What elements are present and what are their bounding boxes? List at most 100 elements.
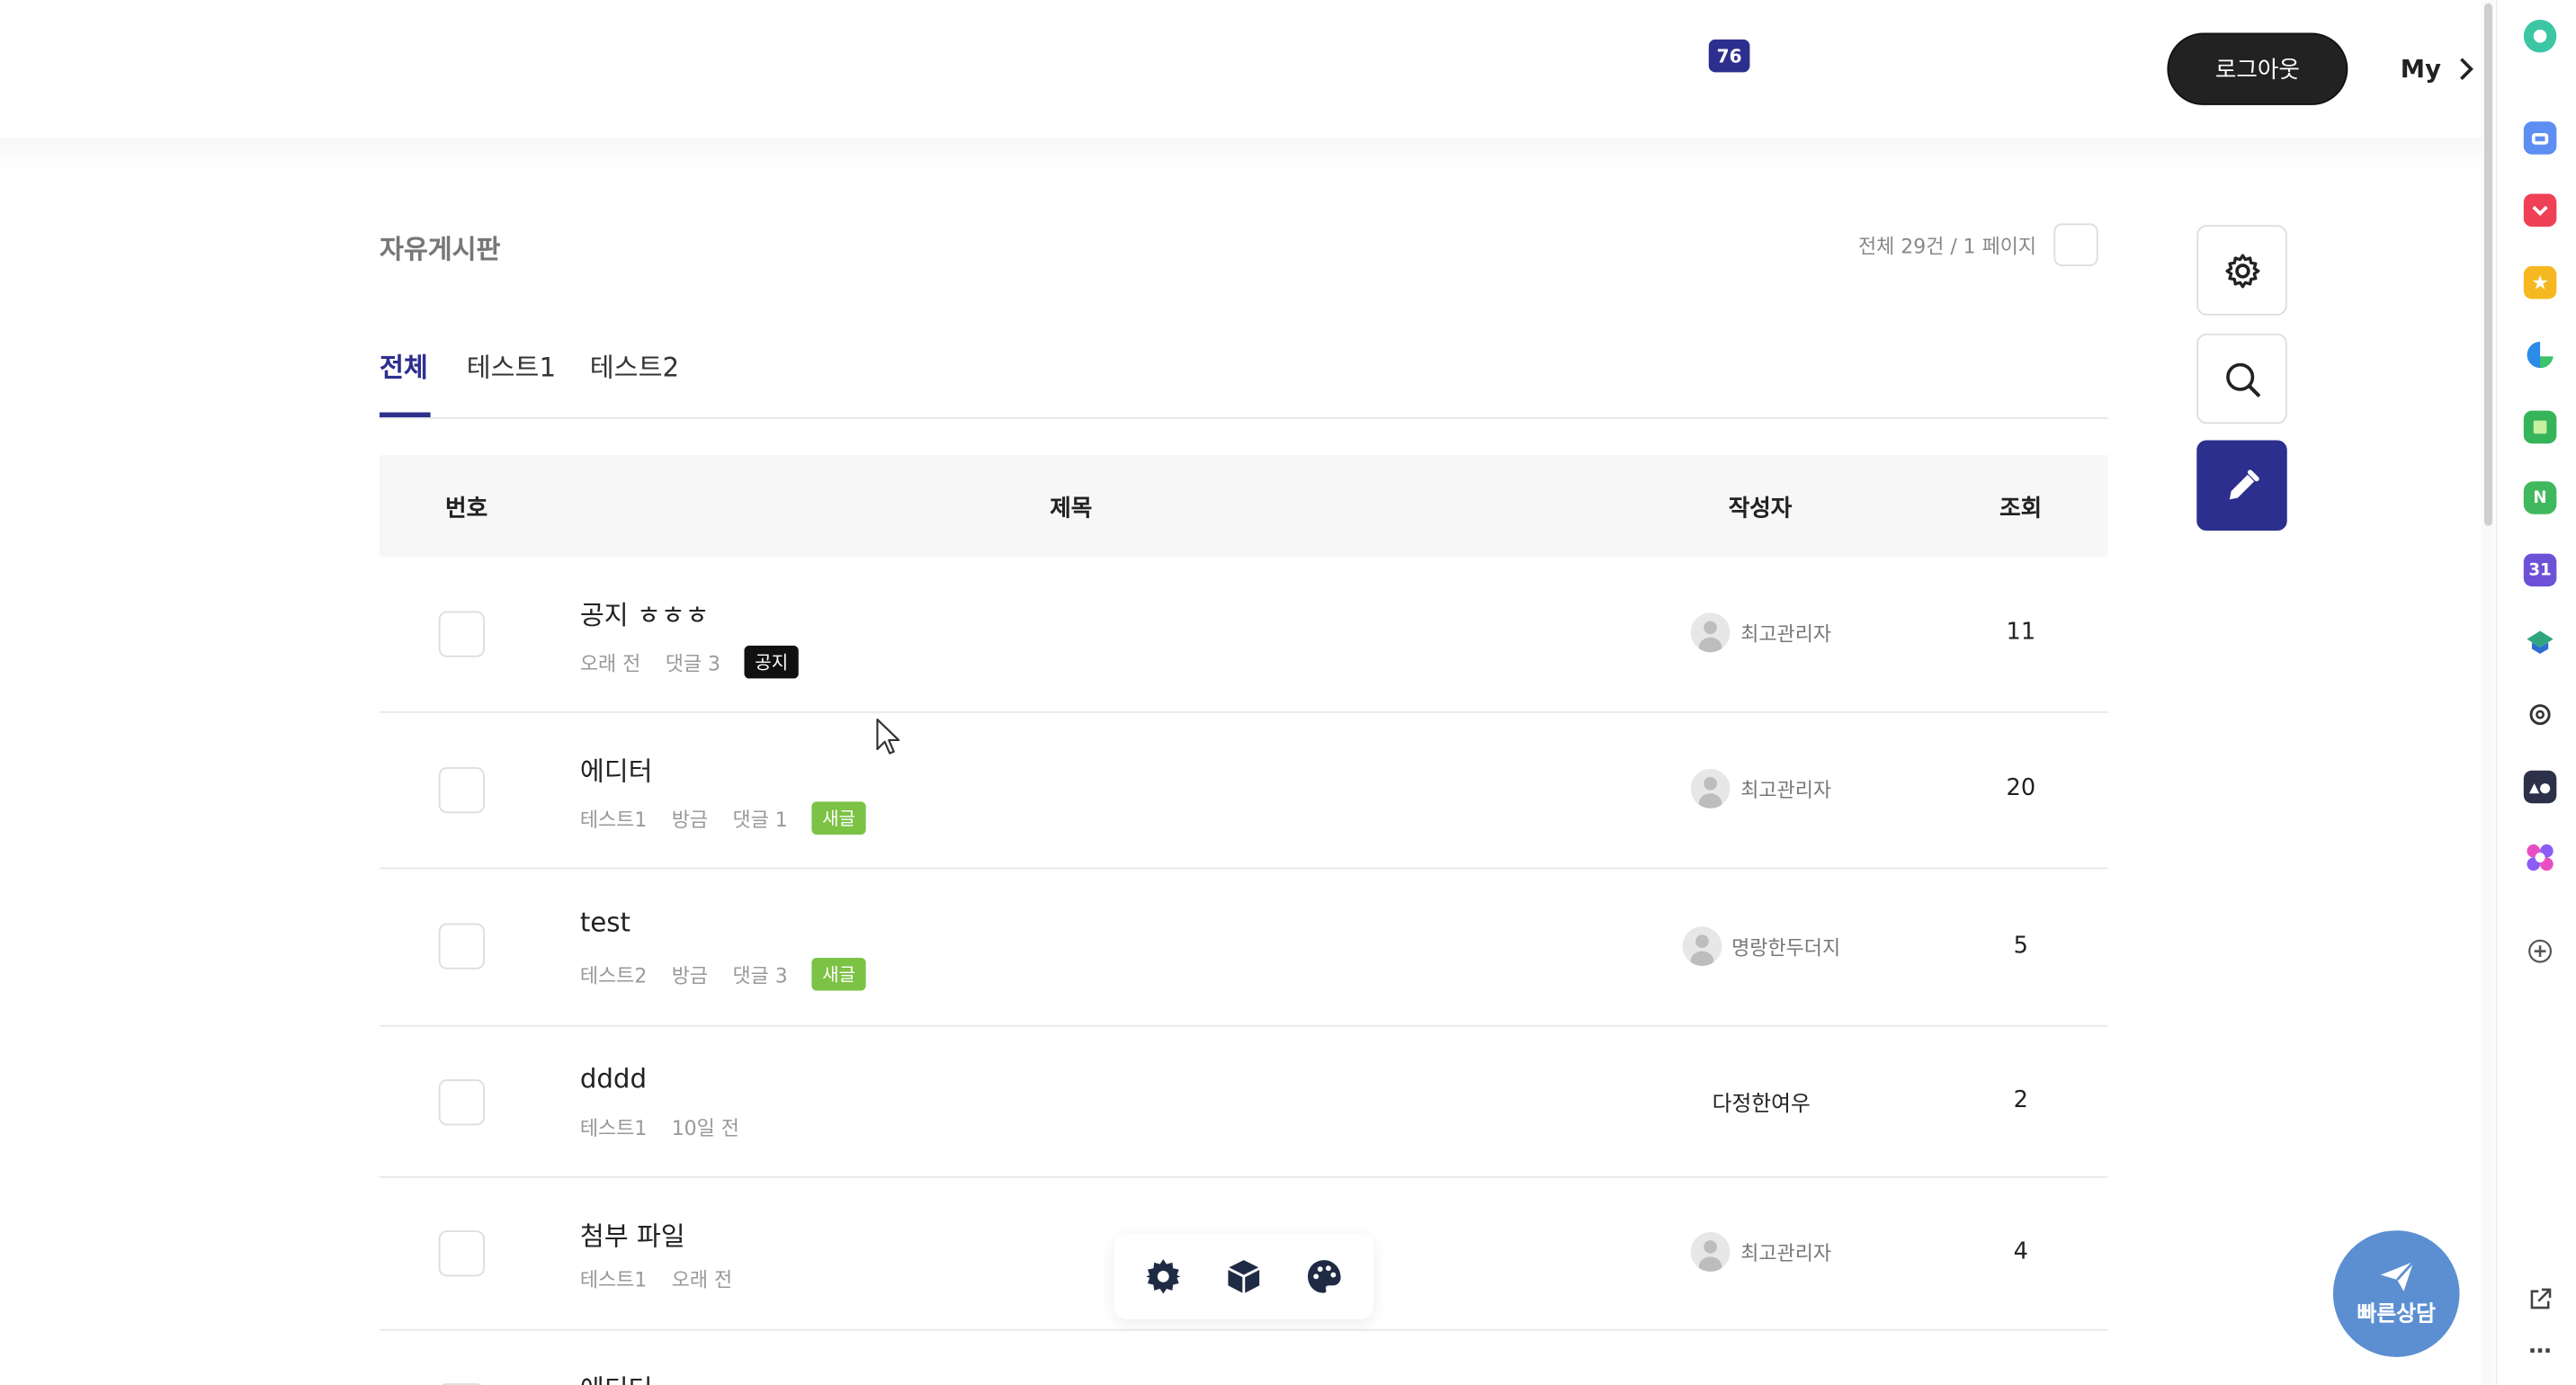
pocket-icon[interactable] bbox=[2523, 193, 2557, 228]
search-button[interactable] bbox=[2196, 333, 2287, 424]
post-time: 10일 전 bbox=[671, 1117, 739, 1140]
pencil-icon bbox=[2228, 469, 2258, 499]
palette-icon[interactable] bbox=[1304, 1256, 1344, 1296]
post-time: 오래 전 bbox=[579, 651, 641, 675]
header-shadow bbox=[0, 138, 2494, 171]
board-count: 전체 29건 / 1 페이지 bbox=[1857, 235, 2037, 258]
post-author: 최고관리자 bbox=[1597, 768, 1926, 809]
notice-tag: 공지 bbox=[745, 645, 799, 679]
my-page-link[interactable]: My bbox=[2401, 49, 2474, 89]
gear-icon[interactable] bbox=[1144, 1256, 1184, 1296]
naver-memo-icon[interactable] bbox=[2523, 410, 2557, 444]
post-meta: 테스트2 방금 댓글 3 새글 bbox=[579, 957, 866, 991]
author-name: 최고관리자 bbox=[1740, 1241, 1832, 1264]
avatar bbox=[1682, 926, 1722, 967]
naver-n-icon[interactable]: N bbox=[2523, 481, 2557, 514]
header-title: 제목 bbox=[1050, 496, 1093, 523]
tab-all[interactable]: 전체 bbox=[379, 345, 431, 417]
post-title[interactable]: 에디터 bbox=[580, 1367, 653, 1385]
author-name: 다정한여우 bbox=[1712, 1092, 1811, 1118]
green-circle-icon[interactable] bbox=[2523, 19, 2557, 53]
post-title[interactable]: dddd bbox=[580, 1063, 647, 1095]
post-views: 20 bbox=[2006, 775, 2036, 802]
external-link-icon[interactable] bbox=[2523, 1282, 2557, 1317]
openai-icon[interactable] bbox=[2523, 698, 2557, 731]
star-icon[interactable]: ★ bbox=[2523, 265, 2557, 299]
graduation-cap-icon[interactable] bbox=[2523, 625, 2557, 659]
floating-toolbar bbox=[1114, 1233, 1374, 1319]
search-icon bbox=[2225, 362, 2259, 397]
top-header: 76 로그아웃 My bbox=[0, 0, 2494, 138]
table-row[interactable]: test 테스트2 방금 댓글 3 새글 명랑한두더지 5 bbox=[379, 869, 2108, 1027]
new-tag: 새글 bbox=[812, 801, 866, 835]
briefcase-icon[interactable] bbox=[2523, 121, 2557, 155]
add-extension-icon[interactable] bbox=[2523, 934, 2557, 968]
logout-button[interactable]: 로그아웃 bbox=[2167, 32, 2348, 105]
tab-test1[interactable]: 테스트1 bbox=[467, 345, 556, 417]
paper-plane-icon bbox=[2379, 1260, 2414, 1291]
table-row[interactable]: dddd 테스트1 10일 전 다정한여우 2 bbox=[379, 1027, 2108, 1178]
cube-icon[interactable] bbox=[1224, 1256, 1264, 1296]
post-views: 2 bbox=[2013, 1087, 2028, 1114]
author-name: 최고관리자 bbox=[1740, 777, 1832, 801]
table-row[interactable]: 공지 ㅎㅎㅎ 오래 전 댓글 3 공지 최고관리자 11 bbox=[379, 557, 2108, 713]
post-views: 5 bbox=[2013, 933, 2028, 960]
post-meta: 테스트1 방금 댓글 1 새글 bbox=[579, 801, 866, 835]
post-title[interactable]: 첨부 파일 bbox=[580, 1214, 685, 1254]
header-number: 번호 bbox=[445, 496, 488, 523]
edge-icon[interactable] bbox=[2523, 338, 2557, 371]
row-checkbox[interactable] bbox=[438, 923, 485, 970]
avatar bbox=[1691, 1232, 1731, 1272]
post-title[interactable]: test bbox=[580, 907, 631, 938]
avatar bbox=[1691, 768, 1731, 809]
quick-consult-label: 빠른상담 bbox=[2357, 1302, 2436, 1327]
table-row[interactable]: 에디터 테스트1 방금 댓글 1 새글 최고관리자 20 bbox=[379, 713, 2108, 870]
select-all-checkbox[interactable] bbox=[2053, 223, 2098, 266]
post-comments: 댓글 3 bbox=[732, 963, 788, 987]
calendar-icon[interactable]: 31 bbox=[2523, 553, 2557, 587]
post-category: 테스트1 bbox=[579, 1268, 648, 1291]
write-button[interactable] bbox=[2196, 440, 2287, 532]
post-author: 최고관리자 bbox=[1597, 612, 1926, 653]
post-meta: 오래 전 댓글 3 공지 bbox=[579, 645, 799, 679]
post-comments: 댓글 1 bbox=[732, 807, 788, 831]
avatar bbox=[1691, 612, 1731, 653]
butterfly-icon[interactable] bbox=[2523, 841, 2557, 874]
post-title[interactable]: 에디터 bbox=[580, 749, 653, 789]
post-time: 방금 bbox=[671, 807, 709, 831]
post-author: 명랑한두더지 bbox=[1597, 926, 1926, 967]
shapes-app-icon[interactable]: ▲● bbox=[2523, 770, 2557, 804]
header-views: 조회 bbox=[1999, 496, 2043, 523]
mouse-cursor-icon bbox=[876, 718, 900, 755]
post-views: 4 bbox=[2013, 1238, 2028, 1265]
scrollbar-thumb[interactable] bbox=[2483, 3, 2493, 526]
author-name: 명랑한두더지 bbox=[1731, 935, 1841, 959]
post-author: 최고관리자 bbox=[1597, 1232, 1926, 1272]
notification-badge[interactable]: 76 bbox=[1708, 39, 1750, 73]
post-category: 테스트1 bbox=[579, 807, 648, 831]
header-author: 작성자 bbox=[1728, 496, 1793, 523]
post-meta: 테스트1 10일 전 bbox=[580, 1114, 739, 1142]
new-tag: 새글 bbox=[812, 957, 866, 991]
row-checkbox[interactable] bbox=[438, 611, 485, 657]
row-checkbox[interactable] bbox=[438, 1079, 485, 1126]
category-tabs: 전체 테스트1 테스트2 bbox=[379, 345, 2108, 419]
my-label: My bbox=[2400, 54, 2441, 85]
row-checkbox[interactable] bbox=[438, 767, 485, 814]
post-title[interactable]: 공지 ㅎㅎㅎ bbox=[580, 593, 710, 632]
row-checkbox[interactable] bbox=[438, 1230, 485, 1277]
post-time: 오래 전 bbox=[671, 1268, 733, 1291]
table-header: 번호 제목 작성자 조회 bbox=[379, 454, 2108, 558]
board-title: 자유게시판 bbox=[379, 233, 501, 265]
post-category: 테스트1 bbox=[579, 1117, 648, 1140]
quick-consult-button[interactable]: 빠른상담 bbox=[2332, 1230, 2460, 1357]
post-category: 테스트2 bbox=[579, 963, 648, 987]
more-icon[interactable]: ⋯ bbox=[2523, 1336, 2557, 1369]
table-row[interactable]: 에디터 bbox=[380, 1331, 2108, 1385]
post-meta: 테스트1 오래 전 bbox=[580, 1265, 732, 1293]
post-time: 방금 bbox=[671, 963, 709, 987]
tab-test2[interactable]: 테스트2 bbox=[590, 345, 679, 417]
gear-icon bbox=[2224, 253, 2259, 288]
settings-button[interactable] bbox=[2196, 225, 2287, 316]
chevron-right-icon bbox=[2459, 58, 2473, 80]
